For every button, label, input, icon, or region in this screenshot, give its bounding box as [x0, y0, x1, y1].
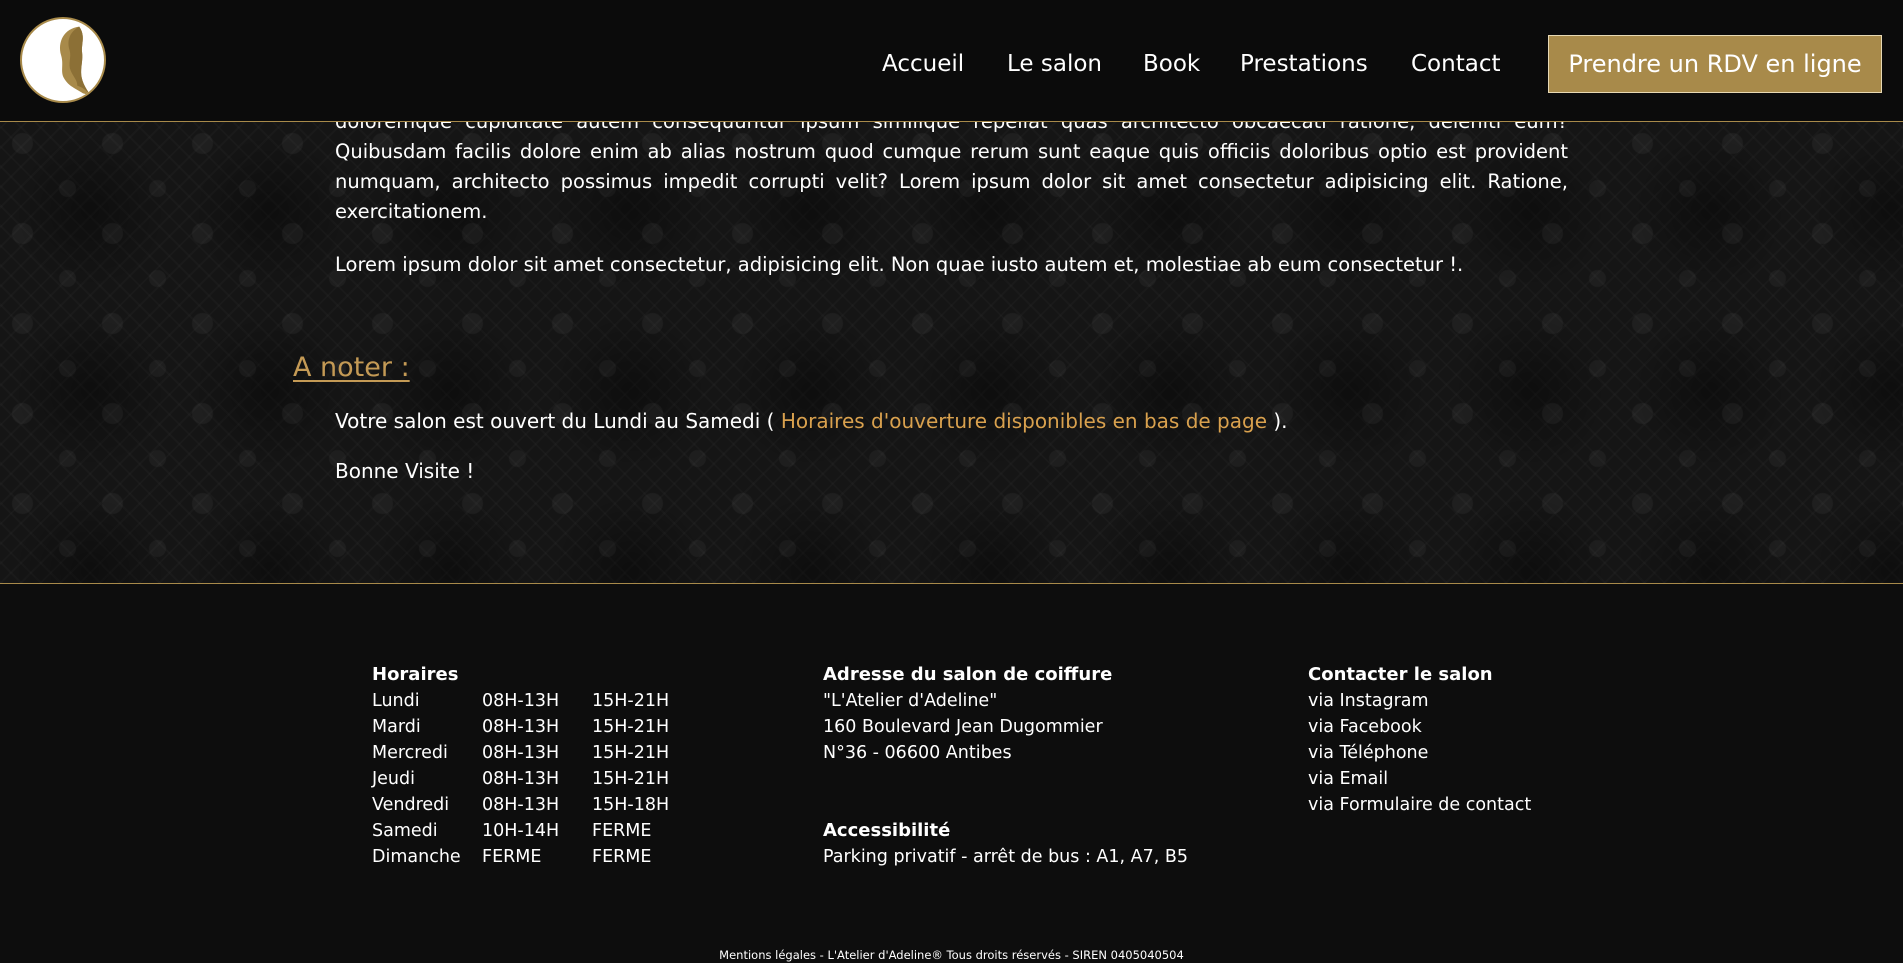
- hours-morning: 10H-14H: [482, 821, 560, 841]
- main-content: doloremque cupiditate autem consequuntur…: [0, 121, 1903, 583]
- hours-morning: 08H-13H: [482, 769, 560, 789]
- hours-day: Lundi: [372, 691, 420, 711]
- contact-title: Contacter le salon: [1308, 664, 1493, 685]
- accessibility-text: Parking privatif - arrêt de bus : A1, A7…: [823, 847, 1189, 867]
- contact-email-link[interactable]: via Email: [1308, 766, 1388, 792]
- address-line: "L'Atelier d'Adeline": [823, 691, 998, 711]
- contact-phone-link[interactable]: via Téléphone: [1308, 740, 1428, 766]
- hours-row: Jeudi 08H-13H 15H-21H: [372, 766, 692, 792]
- hours-day: Mercredi: [372, 743, 448, 763]
- opening-note: Votre salon est ouvert du Lundi au Samed…: [335, 406, 1288, 436]
- hours-morning: FERME: [482, 847, 542, 867]
- address-line: 160 Boulevard Jean Dugommier: [823, 717, 1103, 737]
- hours-row: Lundi 08H-13H 15H-21H: [372, 688, 692, 714]
- accessibility-title: Accessibilité: [823, 820, 951, 841]
- nav-contact[interactable]: Contact: [1411, 49, 1500, 79]
- opening-note-suffix: ).: [1267, 409, 1288, 433]
- hours-day: Mardi: [372, 717, 421, 737]
- hours-day: Samedi: [372, 821, 438, 841]
- contact-facebook-link[interactable]: via Facebook: [1308, 714, 1422, 740]
- hours-link[interactable]: Horaires d'ouverture disponibles en bas …: [781, 409, 1267, 433]
- hours-morning: 08H-13H: [482, 743, 560, 763]
- nav-prestations[interactable]: Prestations: [1240, 49, 1368, 79]
- hours-afternoon: 15H-21H: [592, 717, 670, 737]
- intro-paragraph-2: Lorem ipsum dolor sit amet consectetur, …: [335, 253, 1464, 276]
- intro-paragraph: doloremque cupiditate autem consequuntur…: [335, 121, 1568, 223]
- hours-morning: 08H-13H: [482, 691, 560, 711]
- hours-afternoon: 15H-21H: [592, 691, 670, 711]
- hours-row: Samedi 10H-14H FERME: [372, 818, 692, 844]
- address-title: Adresse du salon de coiffure: [823, 664, 1113, 685]
- hours-day: Dimanche: [372, 847, 461, 867]
- hours-afternoon: 15H-21H: [592, 769, 670, 789]
- nav-le-salon[interactable]: Le salon: [1007, 49, 1102, 79]
- contact-instagram-link[interactable]: via Instagram: [1308, 688, 1429, 714]
- hours-afternoon: FERME: [592, 821, 652, 841]
- nav-accueil[interactable]: Accueil: [882, 49, 964, 79]
- hours-morning: 08H-13H: [482, 795, 560, 815]
- site-footer: Horaires Lundi 08H-13H 15H-21H Mardi 08H…: [0, 584, 1903, 963]
- hours-afternoon: FERME: [592, 847, 652, 867]
- note-heading: A noter :: [293, 352, 410, 383]
- nav-book[interactable]: Book: [1143, 49, 1200, 79]
- hours-day: Jeudi: [372, 769, 415, 789]
- contact-form-link[interactable]: via Formulaire de contact: [1308, 792, 1531, 818]
- hours-row: Vendredi 08H-13H 15H-18H: [372, 792, 692, 818]
- hours-row: Mercredi 08H-13H 15H-21H: [372, 740, 692, 766]
- hours-row: Mardi 08H-13H 15H-21H: [372, 714, 692, 740]
- hours-afternoon: 15H-18H: [592, 795, 670, 815]
- legal-notice[interactable]: Mentions légales - L'Atelier d'Adeline® …: [0, 947, 1903, 963]
- hours-afternoon: 15H-21H: [592, 743, 670, 763]
- site-header: Accueil Le salon Book Prestations Contac…: [0, 0, 1903, 122]
- hours-morning: 08H-13H: [482, 717, 560, 737]
- hours-day: Vendredi: [372, 795, 450, 815]
- book-online-button[interactable]: Prendre un RDV en ligne: [1548, 35, 1882, 93]
- hours-title: Horaires: [372, 664, 459, 685]
- opening-note-prefix: Votre salon est ouvert du Lundi au Samed…: [335, 409, 781, 433]
- hours-row: Dimanche FERME FERME: [372, 844, 692, 870]
- address-line: N°36 - 06600 Antibes: [823, 743, 1012, 763]
- farewell-text: Bonne Visite !: [335, 459, 475, 483]
